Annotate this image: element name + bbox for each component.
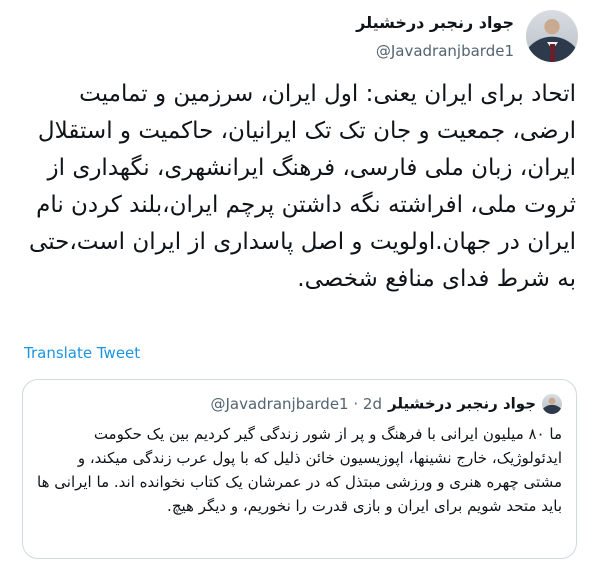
- tweet-text: اتحاد برای ایران یعنی: اول ایران، سرزمین…: [29, 81, 576, 292]
- quoted-author-display-name: جواد رنجبر درخشیلر: [387, 394, 536, 413]
- author-names: جواد رنجبر درخشیلر @Javadranjbarde1: [356, 10, 514, 62]
- quoted-author-meta: @Javadranjbarde1 · 2d: [210, 394, 382, 413]
- author-handle[interactable]: @Javadranjbarde1: [356, 40, 514, 62]
- tweet-header: جواد رنجبر درخشیلر @Javadranjbarde1: [22, 10, 578, 70]
- quoted-tweet-card[interactable]: جواد رنجبر درخشیلر@Javadranjbarde1 · 2d …: [22, 379, 577, 559]
- avatar-tie: [550, 44, 555, 62]
- author-avatar[interactable]: [526, 10, 578, 62]
- quoted-tweet-text: ما ۸۰ میلیون ایرانی با فرهنگ و پر از شور…: [37, 425, 562, 515]
- translate-tweet-link[interactable]: Translate Tweet: [24, 344, 140, 362]
- quoted-author-avatar: [542, 393, 562, 414]
- author-display-name[interactable]: جواد رنجبر درخشیلر: [356, 12, 514, 34]
- quoted-tweet-header: جواد رنجبر درخشیلر @Javadranjbarde1 · 2d: [37, 392, 562, 414]
